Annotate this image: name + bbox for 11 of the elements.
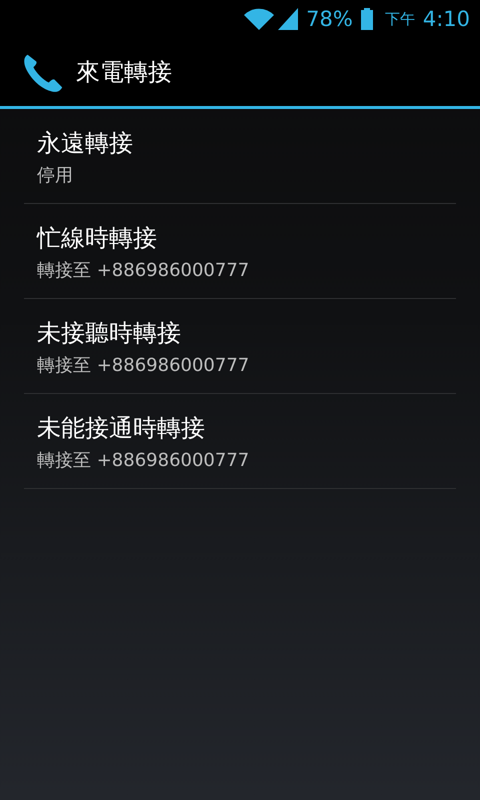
signal-icon (278, 8, 298, 30)
screen-title: 來電轉接 (76, 57, 172, 88)
settings-item[interactable]: 未接聽時轉接 轉接至 +886986000777 (24, 299, 456, 394)
wifi-icon (244, 8, 274, 30)
settings-item[interactable]: 未能接通時轉接 轉接至 +886986000777 (24, 394, 456, 489)
clock-time: 4:10 (422, 7, 470, 31)
settings-item[interactable]: 忙線時轉接 轉接至 +886986000777 (24, 204, 456, 299)
settings-item[interactable]: 永遠轉接 停用 (24, 109, 456, 204)
battery-percent: 78% (306, 7, 353, 31)
battery-icon (360, 8, 373, 30)
clock-period: 下午 (384, 10, 415, 28)
